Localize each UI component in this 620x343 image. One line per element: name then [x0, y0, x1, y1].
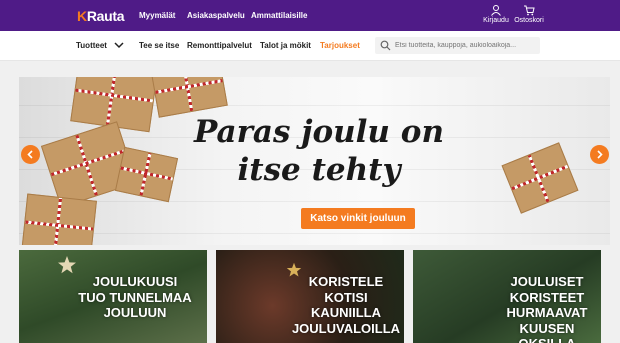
- promo-tile-koristeet[interactable]: JOULUISET KORISTEET HURMAAVAT KUUSEN OKS…: [413, 250, 601, 343]
- nav-talot-ja-mokit[interactable]: Talot ja mökit: [260, 41, 311, 50]
- chevron-down-icon[interactable]: [114, 41, 124, 49]
- search-input[interactable]: [395, 37, 537, 54]
- k-rauta-logo[interactable]: KRauta: [77, 8, 125, 24]
- star-icon: [58, 256, 76, 274]
- nav-link-asiakaspalvelu[interactable]: Asiakaspalvelu: [187, 11, 245, 20]
- gift-image: [150, 77, 228, 118]
- cart-button[interactable]: Ostoskori: [509, 4, 549, 24]
- cart-icon: [524, 5, 535, 16]
- hero-cta-button[interactable]: Katso vinkit jouluun: [301, 208, 415, 229]
- carousel-next-button[interactable]: [590, 145, 609, 164]
- hero-headline: Paras joulu on itse tehty: [194, 114, 444, 188]
- nav-remonttipalvelut[interactable]: Remonttipalvelut: [187, 41, 252, 50]
- hero-banner[interactable]: Paras joulu on itse tehty Katso vinkit j…: [19, 77, 610, 245]
- nav-link-ammattilaisille[interactable]: Ammattilaisille: [251, 11, 307, 20]
- promo-tile-jouluvalot[interactable]: KORISTELE KOTISI KAUNIILLA JOULUVALOILLA: [216, 250, 404, 343]
- nav-tee-se-itse[interactable]: Tee se itse: [139, 41, 179, 50]
- carousel-prev-button[interactable]: [21, 145, 40, 164]
- gift-image: [501, 142, 579, 214]
- top-bar: KRauta Myymälät Asiakaspalvelu Ammattila…: [0, 0, 620, 31]
- nav-tuotteet[interactable]: Tuotteet: [76, 41, 107, 50]
- search-icon: [380, 40, 391, 51]
- nav-tarjoukset[interactable]: Tarjoukset: [320, 41, 360, 50]
- tile-text: JOULUKUUSI TUO TUNNELMAA JOULUUN: [78, 274, 192, 321]
- main-navigation: Tuotteet Tee se itse Remonttipalvelut Ta…: [0, 31, 620, 61]
- chevron-left-icon: [27, 150, 33, 159]
- promo-tile-joulukuusi[interactable]: JOULUKUUSI TUO TUNNELMAA JOULUUN: [19, 250, 207, 343]
- chevron-right-icon: [597, 150, 603, 159]
- tile-text: JOULUISET KORISTEET HURMAAVAT KUUSEN OKS…: [506, 274, 588, 343]
- tile-text: KORISTELE KOTISI KAUNIILLA JOULUVALOILLA: [291, 274, 401, 336]
- search-box[interactable]: [375, 37, 540, 54]
- user-icon: [491, 5, 501, 16]
- nav-link-myymalat[interactable]: Myymälät: [139, 11, 175, 20]
- gift-image: [21, 193, 97, 245]
